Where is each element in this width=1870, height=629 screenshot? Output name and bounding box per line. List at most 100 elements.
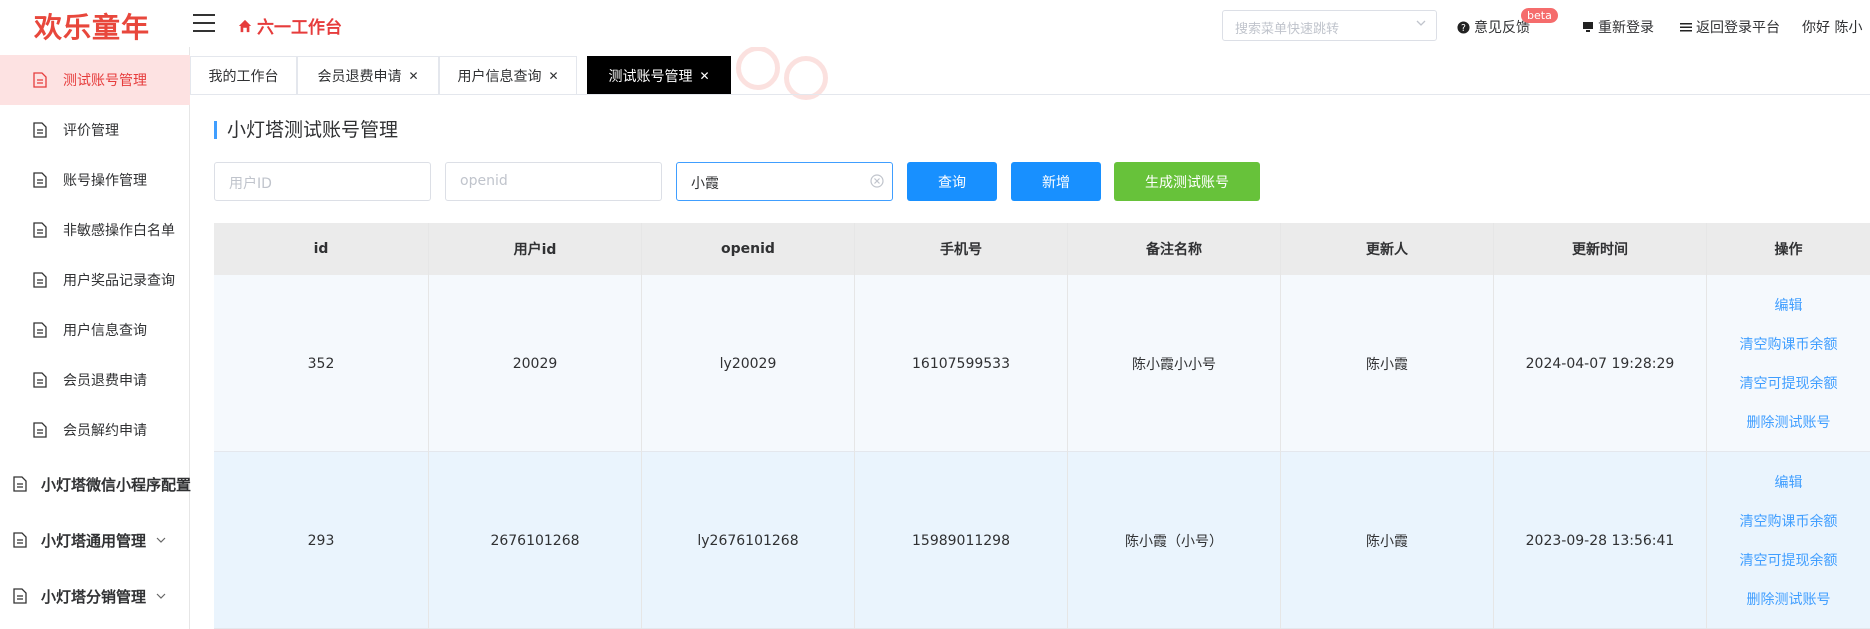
column-header: 备注名称 [1068, 223, 1281, 275]
question-icon: ? [1457, 20, 1470, 33]
sidebar-item-prize-records[interactable]: 用户奖品记录查询 [0, 255, 190, 305]
cell-openid: ly2676101268 [642, 452, 855, 629]
sidebar-item-account-ops[interactable]: 账号操作管理 [0, 155, 190, 205]
edit-link[interactable]: 编辑 [1775, 295, 1803, 315]
workbench-label: 六一工作台 [257, 18, 342, 38]
sidebar-group-label: 小灯塔分销管理 [41, 587, 147, 606]
add-button[interactable]: 新增 [1011, 162, 1101, 201]
query-button[interactable]: 查询 [907, 162, 997, 201]
menu-toggle-icon[interactable] [193, 14, 215, 32]
column-header: 更新人 [1281, 223, 1494, 275]
sidebar-item-label: 用户奖品记录查询 [63, 273, 175, 289]
cell-actions: 编辑 清空购课币余额 清空可提现余额 删除测试账号 [1707, 275, 1870, 452]
beta-badge: beta [1521, 8, 1558, 23]
column-header: 操作 [1774, 242, 1803, 258]
clear-withdrawable-link[interactable]: 清空可提现余额 [1740, 373, 1838, 393]
document-icon [33, 222, 47, 238]
cell-updater: 陈小霞 [1281, 275, 1494, 452]
cell-remark: 陈小霞（小号） [1068, 452, 1281, 629]
sidebar-group-label: 小灯塔微信小程序配置 [41, 475, 192, 494]
tab-refund[interactable]: 会员退费申请 ✕ [297, 56, 439, 94]
svg-text:?: ? [1461, 22, 1466, 33]
tab-bar: 我的工作台 会员退费申请 ✕ 用户信息查询 ✕ 测试账号管理 ✕ [190, 47, 1870, 95]
cell-updater: 陈小霞 [1281, 452, 1494, 629]
sidebar-group-general[interactable]: 小灯塔通用管理 [0, 515, 190, 565]
edit-link[interactable]: 编辑 [1775, 472, 1803, 492]
column-header: id [214, 223, 429, 275]
sidebar-item-refund[interactable]: 会员退费申请 [0, 355, 190, 405]
user-id-placeholder: 用户ID [229, 176, 272, 192]
user-greeting[interactable]: 你好 陈小 [1802, 17, 1862, 37]
list-icon [1680, 23, 1692, 32]
relogin-link[interactable]: 重新登录 [1582, 17, 1654, 37]
cell-updated-at: 2024-04-07 19:28:29 [1494, 275, 1707, 452]
sidebar-item-cancel-contract[interactable]: 会员解约申请 [0, 405, 190, 455]
sidebar-item-label: 测试账号管理 [63, 73, 147, 89]
sidebar-item-user-info[interactable]: 用户信息查询 [0, 305, 190, 355]
clear-withdrawable-link[interactable]: 清空可提现余额 [1740, 550, 1838, 570]
home-icon [238, 19, 252, 32]
clear-coin-balance-link[interactable]: 清空购课币余额 [1740, 511, 1838, 531]
openid-placeholder: openid [460, 173, 508, 189]
sidebar-group-distribution[interactable]: 小灯塔分销管理 [0, 571, 190, 621]
cell-actions: 编辑 清空购课币余额 清空可提现余额 删除测试账号 [1707, 452, 1870, 629]
menu-search-select[interactable]: 搜索菜单快速跳转 [1222, 10, 1437, 41]
sidebar-item-whitelist[interactable]: 非敏感操作白名单 [0, 205, 190, 255]
column-header: 手机号 [855, 223, 1068, 275]
monitor-icon [1583, 22, 1593, 32]
cell-id: 352 [214, 275, 429, 452]
cell-user-id: 2676101268 [429, 452, 642, 629]
app-logo[interactable]: 欢乐童年 [34, 6, 150, 46]
cell-remark: 陈小霞小小号 [1068, 275, 1281, 452]
back-platform-link[interactable]: 返回登录平台 [1680, 17, 1780, 37]
close-icon[interactable]: ✕ [548, 69, 558, 83]
openid-input[interactable]: openid [445, 162, 662, 201]
column-header: 用户id [429, 223, 642, 275]
sidebar-group-label: 小灯塔通用管理 [41, 531, 147, 550]
cell-phone: 15989011298 [855, 452, 1068, 629]
tab-label: 会员退费申请 [317, 68, 402, 85]
user-id-input[interactable]: 用户ID [214, 162, 431, 201]
column-header: 更新时间 [1494, 223, 1707, 275]
name-input-value: 小霞 [691, 176, 719, 192]
sidebar-group-miniprogram[interactable]: 小灯塔微信小程序配置 [0, 459, 192, 509]
cell-id: 293 [214, 452, 429, 629]
document-icon [13, 476, 27, 492]
tab-label: 我的工作台 [208, 68, 279, 85]
sidebar: 测试账号管理 评价管理 账号操作管理 非敏感操作白名单 用户奖品记录查询 用户信… [0, 47, 192, 629]
close-icon[interactable]: ✕ [408, 69, 418, 83]
sidebar-item-label: 会员退费申请 [63, 373, 147, 389]
feedback-link[interactable]: ? 意见反馈 [1457, 17, 1530, 37]
document-icon [33, 372, 47, 388]
document-icon [33, 422, 47, 438]
relogin-label: 重新登录 [1598, 20, 1654, 36]
document-icon [13, 532, 27, 548]
table-row: 352 20029 ly20029 16107599533 陈小霞小小号 陈小霞… [214, 275, 1870, 452]
sidebar-item-review[interactable]: 评价管理 [0, 105, 190, 155]
cell-user-id: 20029 [429, 275, 642, 452]
cell-updated-at: 2023-09-28 13:56:41 [1494, 452, 1707, 629]
top-header: 欢乐童年 六一工作台 搜索菜单快速跳转 ? 意见反馈 beta 重新登录 返回登… [0, 0, 1870, 47]
table-row: 293 2676101268 ly2676101268 15989011298 … [214, 452, 1870, 629]
close-icon[interactable]: ✕ [699, 69, 709, 83]
generate-test-account-button[interactable]: 生成测试账号 [1114, 162, 1260, 201]
name-input[interactable]: 小霞 [676, 162, 893, 201]
tab-label: 测试账号管理 [608, 68, 693, 85]
document-icon [33, 322, 47, 338]
delete-test-account-link[interactable]: 删除测试账号 [1747, 589, 1831, 609]
tab-user-info[interactable]: 用户信息查询 ✕ [439, 56, 577, 94]
page-title: 小灯塔测试账号管理 [214, 121, 398, 140]
back-platform-label: 返回登录平台 [1696, 20, 1780, 36]
clear-coin-balance-link[interactable]: 清空购课币余额 [1740, 334, 1838, 354]
workbench-link[interactable]: 六一工作台 [238, 13, 342, 38]
cell-openid: ly20029 [642, 275, 855, 452]
column-header: openid [642, 223, 855, 275]
tab-my-workbench[interactable]: 我的工作台 [190, 56, 297, 94]
delete-test-account-link[interactable]: 删除测试账号 [1747, 412, 1831, 432]
clear-icon[interactable] [870, 174, 884, 188]
tab-test-account[interactable]: 测试账号管理 ✕ [587, 56, 731, 94]
sidebar-item-test-account[interactable]: 测试账号管理 [0, 55, 190, 105]
tab-label: 用户信息查询 [457, 68, 542, 85]
document-icon [13, 588, 27, 604]
cell-phone: 16107599533 [855, 275, 1068, 452]
